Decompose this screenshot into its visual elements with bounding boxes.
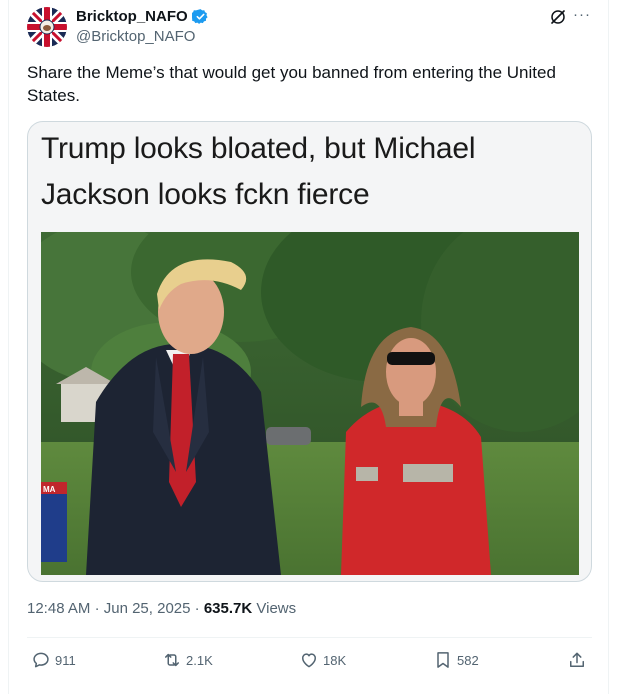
repost-icon <box>165 653 179 667</box>
more-options-icon[interactable]: ··· <box>573 6 591 24</box>
bookmark-count: 582 <box>457 652 479 668</box>
union-jack-avatar-icon <box>27 7 67 47</box>
meta-separator: · <box>94 600 100 617</box>
tweet-media[interactable]: Trump looks bloated, but Michael Jackson… <box>27 121 592 582</box>
meta-separator: · <box>194 600 200 617</box>
author-display-name[interactable]: Bricktop_NAFO <box>76 8 188 25</box>
tweet-meta: 12:48 AM · Jun 25, 2025 · 635.7K Views <box>27 600 296 617</box>
like-count: 18K <box>323 652 347 668</box>
like-button[interactable]: 18K <box>299 650 346 670</box>
repost-button[interactable]: 2.1K <box>162 650 213 670</box>
author-name-row: Bricktop_NAFO <box>76 8 209 25</box>
bookmark-button[interactable]: 582 <box>433 650 479 670</box>
meme-caption: Trump looks bloated, but Michael Jackson… <box>41 126 581 218</box>
tweet-date[interactable]: Jun 25, 2025 <box>104 600 191 617</box>
share-icon <box>570 652 584 667</box>
meme-photo: MA <box>41 232 579 575</box>
meme-caption-line-1: Trump looks bloated, but Michael <box>41 132 476 165</box>
views-label: Views <box>256 600 297 617</box>
meme-caption-line-2: Jackson looks fckn fierce <box>41 178 370 211</box>
author-handle[interactable]: @Bricktop_NAFO <box>76 28 195 45</box>
repost-count: 2.1K <box>186 652 213 668</box>
share-button[interactable] <box>567 650 587 670</box>
heart-icon <box>302 653 316 668</box>
divider <box>27 637 592 638</box>
action-bar: 911 2.1K 18K 582 <box>27 650 592 676</box>
views-count: 635.7K <box>203 600 253 617</box>
reply-icon <box>33 652 49 668</box>
grok-icon[interactable] <box>549 8 567 26</box>
avatar[interactable] <box>27 7 67 47</box>
verified-badge-icon[interactable] <box>190 8 209 25</box>
reply-count: 911 <box>55 652 76 668</box>
tweet-time[interactable]: 12:48 AM <box>27 600 90 617</box>
tweet-text: Share the Meme’s that would get you bann… <box>27 63 556 105</box>
sign-text: MA <box>43 485 56 494</box>
reply-button[interactable]: 911 <box>31 650 76 670</box>
bookmark-icon <box>437 652 449 668</box>
